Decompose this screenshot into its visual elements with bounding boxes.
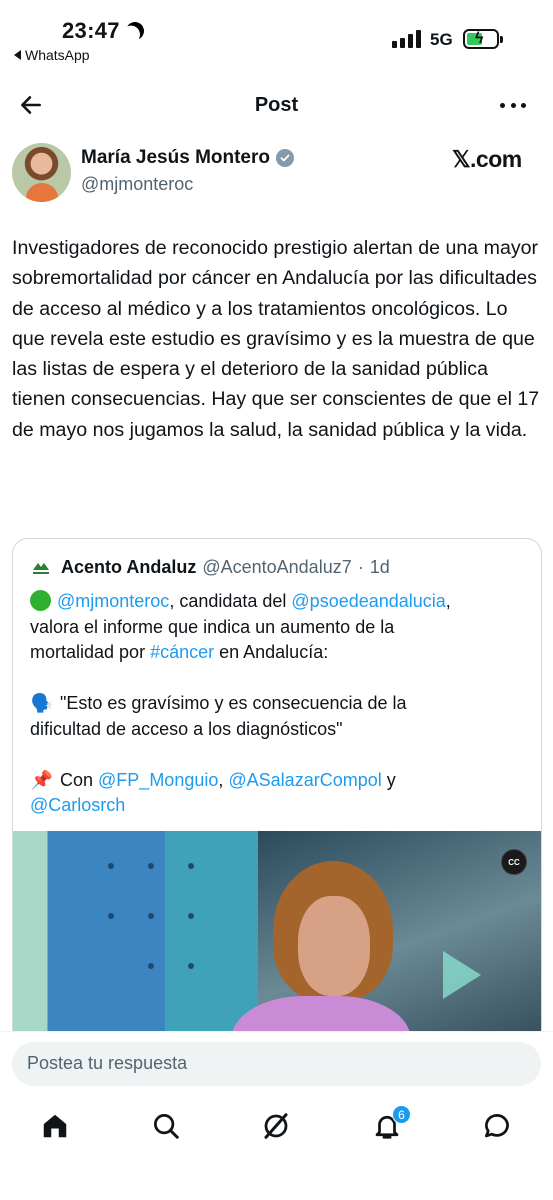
quoted-author-handle[interactable]: @AcentoAndaluz7	[202, 557, 351, 578]
quoted-post[interactable]: Acento Andaluz @AcentoAndaluz7 · 1d @mjm…	[12, 538, 542, 1098]
hashtag-cancer[interactable]: #cáncer	[150, 642, 214, 662]
quoted-author-name[interactable]: Acento Andaluz	[61, 557, 196, 578]
closed-captions-icon[interactable]: CC	[501, 849, 527, 875]
acento-andaluz-logo-icon	[33, 562, 49, 574]
mention-carlosrch[interactable]: @Carlosrch	[30, 795, 125, 815]
top-nav: Post	[0, 82, 553, 130]
author-handle[interactable]: @mjmonteroc	[81, 174, 193, 195]
reply-input[interactable]: Postea tu respuesta	[12, 1042, 541, 1086]
quote-text-3-post: en Andalucía:	[214, 642, 329, 662]
quote-text-1-end: ,	[445, 591, 451, 611]
moon-icon	[123, 19, 146, 42]
more-options-icon[interactable]	[500, 92, 526, 118]
green-circle-icon	[30, 590, 51, 611]
quoted-post-text: @mjmonteroc, candidata del @psoedeandalu…	[30, 589, 530, 819]
author-name[interactable]: María Jesús Montero	[81, 147, 294, 169]
quote-text-8-post: y	[381, 769, 396, 790]
clock: 23:47	[62, 18, 120, 43]
notifications-badge: 6	[392, 1105, 411, 1124]
mention-asalazarcompol[interactable]: @ASalazarCompol	[228, 770, 381, 790]
quote-text-2: valora el informe que indica un aumento …	[30, 616, 395, 637]
home-icon[interactable]	[40, 1111, 70, 1141]
back-app-label: WhatsApp	[25, 47, 90, 63]
status-time: 23:47	[62, 18, 144, 44]
search-icon[interactable]	[151, 1111, 181, 1141]
play-icon[interactable]	[443, 951, 481, 999]
back-triangle-icon	[14, 50, 21, 60]
pushpin-icon: 📌	[30, 769, 54, 790]
grok-icon[interactable]	[261, 1111, 291, 1141]
mention-mjmonteroc[interactable]: @mjmonteroc	[57, 591, 169, 611]
quoted-post-time: 1d	[369, 557, 390, 577]
verified-badge-icon	[276, 149, 294, 167]
quote-text-8-pre: Con	[60, 769, 99, 790]
bottom-tab-bar	[0, 1103, 553, 1200]
status-bar: 23:47 WhatsApp 5G ϟ	[0, 0, 553, 72]
speaking-head-icon: 🗣️	[30, 693, 54, 713]
messages-icon[interactable]	[482, 1111, 512, 1141]
mention-fp-monguio[interactable]: @FP_Monguio	[98, 770, 218, 790]
quote-text-3-pre: mortalidad por	[30, 642, 151, 662]
reply-bar: Postea tu respuesta	[0, 1031, 553, 1103]
x-com-logo: 𝕏.com	[452, 146, 522, 172]
post-text: Investigadores de reconocido prestigio a…	[12, 237, 540, 441]
author-name-label: María Jesús Montero	[81, 147, 270, 168]
quote-text-5: "Esto es gravísimo y es consecuencia de …	[60, 693, 407, 713]
mention-psoedeandalucia[interactable]: @psoedeandalucia	[291, 591, 445, 611]
separator-dot: ·	[357, 557, 364, 577]
page-title: Post	[254, 94, 299, 116]
network-type: 5G	[430, 30, 453, 49]
avatar[interactable]	[12, 143, 71, 202]
speaker-face	[298, 896, 370, 996]
back-to-app-link[interactable]: WhatsApp	[14, 47, 90, 63]
signal-icon	[392, 30, 421, 48]
battery-icon: ϟ	[463, 29, 503, 49]
quote-text-6: dificultad de acceso a los diagnósticos"	[30, 718, 343, 739]
quote-text-8-sep: ,	[218, 769, 229, 790]
quote-text-1: , candidata del	[169, 591, 292, 611]
quoted-post-header: Acento Andaluz @AcentoAndaluz7 · 1d	[31, 557, 390, 578]
